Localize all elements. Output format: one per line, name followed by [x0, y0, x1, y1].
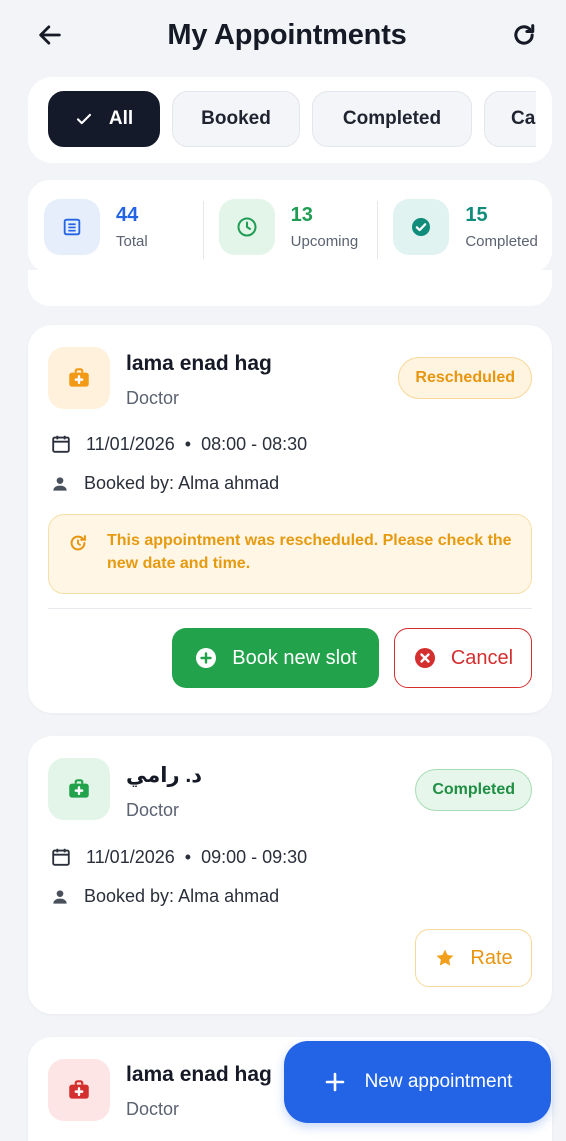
medical-bag-icon	[48, 1059, 110, 1121]
filter-chip-label: Completed	[342, 108, 442, 129]
appointment-date: 11/01/2026	[86, 846, 175, 867]
appointment-card[interactable]: lama enad hag Doctor Rescheduled 11/01/2…	[28, 325, 552, 713]
back-button[interactable]	[30, 15, 70, 55]
check-circle-icon	[393, 198, 450, 255]
filter-bar: All Booked Completed Ca	[28, 77, 552, 163]
doctor-role: Doctor	[126, 388, 180, 408]
booked-by-text: Booked by: Alma ahmad	[84, 886, 280, 906]
filter-chip-cancelled[interactable]: Ca	[484, 91, 536, 147]
appointment-date: 11/01/2026	[86, 433, 175, 454]
filter-chip-label: Booked	[201, 108, 271, 129]
rate-button[interactable]: Rate	[415, 929, 532, 987]
button-label: Book new slot	[232, 646, 357, 669]
status-badge: Completed	[415, 769, 532, 811]
doctor-name: lama enad hag	[126, 352, 272, 375]
booked-by: Booked by: Alma ahmad	[50, 886, 279, 907]
appointment-datetime: 11/01/2026 • 09:00 - 09:30	[50, 846, 307, 868]
arrow-left-icon	[39, 25, 61, 45]
filter-chip-label: All	[108, 108, 134, 129]
stat-completed: 15 Completed	[377, 198, 552, 259]
stat-upcoming: 13 Upcoming	[202, 198, 378, 259]
filter-chip-completed[interactable]: Completed	[312, 91, 472, 147]
check-icon	[76, 113, 91, 125]
notice-text: This appointment was rescheduled. Please…	[107, 532, 512, 572]
stats-summary: 44 Total 13 Upcoming 15 Completed	[28, 180, 552, 273]
stat-value: 15	[465, 203, 488, 226]
page-title: My Appointments	[167, 18, 407, 51]
refresh-icon	[514, 24, 535, 45]
stat-total: 44 Total	[28, 198, 203, 255]
cancel-button[interactable]: Cancel	[394, 628, 532, 688]
book-new-slot-button[interactable]: Book new slot	[172, 628, 379, 688]
reschedule-notice: This appointment was rescheduled. Please…	[48, 514, 532, 594]
history-icon	[67, 532, 89, 561]
button-label: Cancel	[450, 646, 514, 669]
star-icon	[434, 947, 456, 969]
clock-icon	[218, 198, 275, 255]
button-label: Rate	[470, 946, 513, 969]
booked-by-text: Booked by: Alma ahmad	[84, 473, 280, 493]
booked-by: Booked by: Alma ahmad	[50, 473, 279, 494]
plus-icon	[323, 1070, 347, 1094]
appointment-datetime: 11/01/2026 • 08:00 - 08:30	[50, 433, 307, 455]
doctor-role: Doctor	[126, 800, 180, 820]
filter-chip-all[interactable]: All	[48, 91, 160, 147]
person-icon	[50, 474, 70, 494]
refresh-button[interactable]	[504, 15, 544, 55]
stat-value: 13	[290, 203, 313, 226]
calendar-icon	[50, 846, 72, 868]
medical-bag-icon	[48, 347, 110, 409]
list-icon	[44, 198, 100, 255]
separator-dot: •	[184, 433, 192, 454]
stat-label: Upcoming	[290, 232, 359, 250]
filter-chip-label: Ca	[511, 108, 536, 129]
close-circle-icon	[413, 646, 437, 670]
button-label: New appointment	[364, 1071, 513, 1092]
divider	[48, 608, 532, 609]
calendar-icon	[50, 433, 72, 455]
appointment-time: 08:00 - 08:30	[201, 433, 308, 454]
appointment-time: 09:00 - 09:30	[201, 846, 308, 867]
medical-bag-icon	[48, 758, 110, 820]
plus-circle-icon	[194, 646, 218, 670]
doctor-name: lama enad hag	[126, 1063, 272, 1086]
stat-label: Completed	[465, 232, 538, 250]
appointment-card-partial	[28, 270, 552, 306]
stat-label: Total	[116, 232, 148, 250]
appointment-card[interactable]: د. رامي Doctor Completed 11/01/2026 • 09…	[28, 736, 552, 1014]
person-icon	[50, 887, 70, 907]
filter-chip-booked[interactable]: Booked	[172, 91, 300, 147]
separator-dot: •	[184, 846, 192, 867]
doctor-role: Doctor	[126, 1099, 180, 1119]
new-appointment-button[interactable]: New appointment	[284, 1041, 551, 1123]
app-header: My Appointments	[0, 0, 566, 70]
doctor-name: د. رامي	[126, 764, 202, 787]
stat-value: 44	[116, 203, 139, 226]
status-badge: Rescheduled	[398, 357, 532, 399]
